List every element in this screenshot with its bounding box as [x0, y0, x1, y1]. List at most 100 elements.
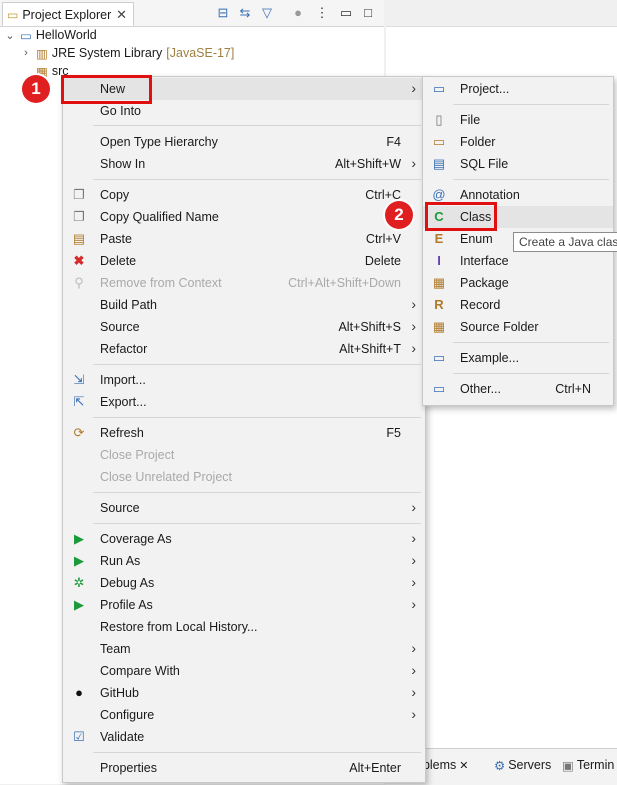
menu-item-import[interactable]: ⇲ Import...	[63, 369, 425, 391]
chevron-down-icon[interactable]: ⌄	[4, 29, 16, 42]
menu-label: Record	[460, 298, 501, 312]
view-menu-icon[interactable]: ⋮	[315, 6, 329, 20]
wizard-icon: ▭	[432, 381, 446, 396]
menu-label: Package	[460, 276, 509, 290]
menu-accelerator: Alt+Shift+W	[335, 157, 401, 171]
maximize-icon[interactable]: □	[361, 6, 375, 20]
tab-label: Termin	[576, 758, 615, 772]
menu-item-build-path[interactable]: Build Path ›	[63, 294, 425, 316]
submenu-item-folder[interactable]: ▭ Folder	[423, 131, 613, 153]
menu-item-validate[interactable]: ☑ Validate	[63, 726, 425, 748]
submenu-item-sql-file[interactable]: ▤ SQL File	[423, 153, 613, 175]
coverage-icon: ▶	[74, 531, 84, 546]
highlight-box-new	[61, 75, 152, 104]
menu-label: Interface	[460, 254, 509, 268]
submenu-item-source-folder[interactable]: ▦ Source Folder	[423, 316, 613, 338]
menu-label: Copy	[100, 188, 130, 202]
tab-terminal[interactable]: ▣ Termin	[562, 755, 614, 775]
menu-label: Delete	[100, 254, 137, 268]
project-explorer-tab[interactable]: ▭ Project Explorer ✕	[2, 2, 134, 26]
chevron-right-icon: ›	[411, 640, 416, 656]
filter-icon[interactable]: ▽	[260, 6, 274, 20]
menu-label: Open Type Hierarchy	[100, 135, 218, 149]
tab-label: Servers	[508, 758, 552, 772]
checkbox-icon: ☑	[73, 729, 85, 744]
example-icon: ▭	[432, 350, 446, 365]
menu-item-source-2[interactable]: Source ›	[63, 497, 425, 519]
collapse-all-icon[interactable]: ⊟	[216, 6, 230, 20]
menu-item-run-as[interactable]: ▶ Run As ›	[63, 550, 425, 572]
submenu-item-file[interactable]: ▯ File	[423, 109, 613, 131]
menu-label: Other...	[460, 382, 501, 396]
copy-icon: ❐	[73, 187, 85, 202]
menu-item-github[interactable]: ● GitHub ›	[63, 682, 425, 704]
menu-item-remove-from-context[interactable]: ⚲ Remove from Context Ctrl+Alt+Shift+Dow…	[63, 272, 425, 294]
menu-item-profile-as[interactable]: ▶ Profile As ›	[63, 594, 425, 616]
link-editor-icon[interactable]: ⇆	[238, 6, 252, 20]
menu-label: Copy Qualified Name	[100, 210, 219, 224]
editor-header	[386, 0, 617, 27]
submenu-item-interface[interactable]: I Interface	[423, 250, 613, 272]
menu-item-restore-local-history[interactable]: Restore from Local History...	[63, 616, 425, 638]
menu-item-coverage-as[interactable]: ▶ Coverage As ›	[63, 528, 425, 550]
menu-label: Show In	[100, 157, 146, 171]
menu-item-paste[interactable]: ▤ Paste Ctrl+V	[63, 228, 425, 250]
menu-item-source[interactable]: Source Alt+Shift+S ›	[63, 316, 425, 338]
context-menu: New › Go Into Open Type Hierarchy F4 Sho…	[62, 76, 426, 783]
menu-label: Source	[100, 501, 140, 515]
menu-item-close-project[interactable]: Close Project	[63, 444, 425, 466]
menu-item-configure[interactable]: Configure ›	[63, 704, 425, 726]
menu-item-refactor[interactable]: Refactor Alt+Shift+T ›	[63, 338, 425, 360]
submenu-item-example[interactable]: ▭ Example...	[423, 347, 613, 369]
focus-icon[interactable]: ●	[291, 6, 305, 20]
tree-item-jre[interactable]: › ▥ JRE System Library [JavaSE-17]	[20, 43, 234, 63]
chevron-right-icon[interactable]: ›	[20, 47, 32, 59]
chevron-right-icon: ›	[411, 706, 416, 722]
menu-item-debug-as[interactable]: ✲ Debug As ›	[63, 572, 425, 594]
menu-accelerator: Ctrl+N	[555, 382, 591, 396]
close-icon[interactable]: ✕	[116, 7, 127, 23]
submenu-item-package[interactable]: ▦ Package	[423, 272, 613, 294]
library-icon: ▥	[36, 46, 48, 61]
menu-label: SQL File	[460, 157, 509, 171]
tab-servers[interactable]: ⚙ Servers	[494, 755, 551, 775]
tree-item-helloworld[interactable]: ⌄ ▭ HelloWorld	[4, 25, 96, 45]
menu-item-show-in[interactable]: Show In Alt+Shift+W ›	[63, 153, 425, 175]
menu-item-copy[interactable]: ❐ Copy Ctrl+C	[63, 184, 425, 206]
menu-label: Profile As	[100, 598, 153, 612]
menu-item-properties[interactable]: Properties Alt+Enter	[63, 757, 425, 779]
interface-icon: I	[437, 253, 441, 268]
menu-item-delete[interactable]: ✖ Delete Delete	[63, 250, 425, 272]
menu-separator	[453, 179, 609, 180]
tooltip: Create a Java class	[513, 232, 617, 252]
menu-item-open-type-hierarchy[interactable]: Open Type Hierarchy F4	[63, 131, 425, 153]
menu-separator	[93, 364, 421, 365]
folder-icon: ▭	[7, 7, 19, 22]
chevron-right-icon: ›	[411, 596, 416, 612]
menu-item-export[interactable]: ⇱ Export...	[63, 391, 425, 413]
new-project-icon: ▭	[432, 81, 446, 96]
menu-item-compare-with[interactable]: Compare With ›	[63, 660, 425, 682]
run-icon: ▶	[74, 553, 84, 568]
record-icon: R	[434, 297, 444, 312]
submenu-item-other[interactable]: ▭ Other... Ctrl+N	[423, 378, 613, 400]
menu-accelerator: Ctrl+V	[365, 232, 401, 246]
menu-item-team[interactable]: Team ›	[63, 638, 425, 660]
close-icon[interactable]: ✕	[459, 759, 468, 772]
menu-label: Remove from Context	[100, 276, 222, 290]
menu-label: Refresh	[100, 426, 144, 440]
explorer-header: ▭ Project Explorer ✕ ⊟ ⇆ ▽ ● ⋮ ▭ □	[0, 0, 384, 27]
menu-label: File	[460, 113, 481, 127]
menu-item-close-unrelated-project[interactable]: Close Unrelated Project	[63, 466, 425, 488]
annotation-icon: @	[432, 187, 446, 202]
minimize-icon[interactable]: ▭	[339, 6, 353, 20]
submenu-item-record[interactable]: R Record	[423, 294, 613, 316]
menu-label: Restore from Local History...	[100, 620, 258, 634]
menu-item-copy-qualified-name[interactable]: ❐ Copy Qualified Name	[63, 206, 425, 228]
paste-icon: ▤	[72, 231, 86, 246]
menu-separator	[93, 179, 421, 180]
menu-label: Compare With	[100, 664, 180, 678]
submenu-item-project[interactable]: ▭ Project...	[423, 78, 613, 100]
menu-label: Import...	[100, 373, 146, 387]
menu-item-refresh[interactable]: ⟳ Refresh F5	[63, 422, 425, 444]
